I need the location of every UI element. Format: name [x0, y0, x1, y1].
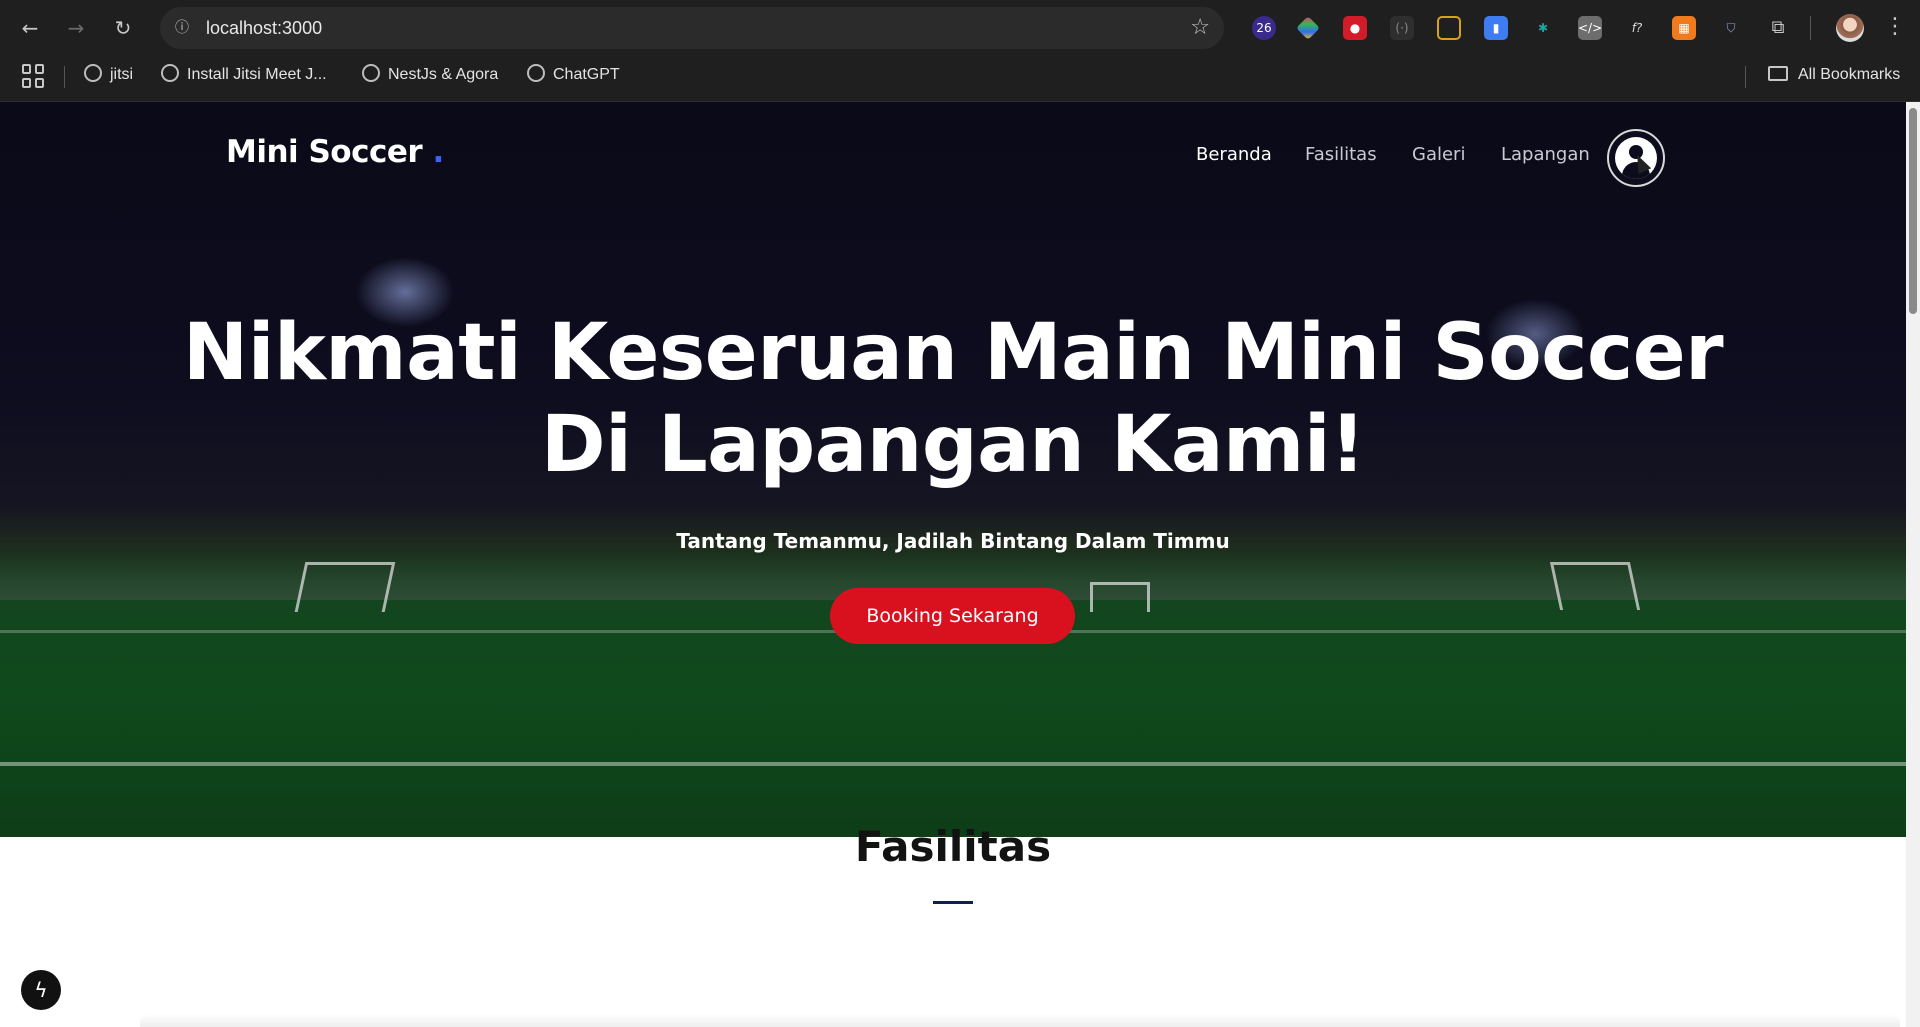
openai-icon [84, 64, 102, 82]
booking-button[interactable]: Booking Sekarang [830, 588, 1075, 644]
back-arrow-icon[interactable]: ← [14, 12, 46, 44]
all-bookmarks-label: All Bookmarks [1798, 66, 1901, 83]
openai-icon [362, 64, 380, 82]
ext-dark-bracket[interactable]: (·) [1390, 16, 1414, 40]
hero-section: Mini Soccer . Beranda Fasilitas Galeri L… [0, 102, 1906, 837]
all-bookmarks-button[interactable]: All Bookmarks [1768, 62, 1900, 88]
hero-title: Nikmati Keseruan Main Mini Soccer Di Lap… [0, 307, 1906, 491]
facility-card-edge [140, 1014, 1900, 1027]
bookmark-item[interactable]: NestJs & Agora [362, 62, 498, 88]
apps-grid-icon[interactable] [22, 64, 46, 88]
ext-shield-icon[interactable]: ⛉ [1719, 16, 1743, 40]
ext-yellow-frame[interactable] [1437, 16, 1461, 40]
openai-icon [161, 64, 179, 82]
reload-icon[interactable]: ↻ [107, 12, 139, 44]
section-underline [933, 901, 973, 904]
bookmark-label: NestJs & Agora [388, 66, 499, 83]
ext-blue-doc[interactable]: ▮ [1484, 16, 1508, 40]
ext-color-diamond[interactable] [1296, 16, 1320, 40]
bookmark-label: ChatGPT [553, 66, 620, 83]
profile-avatar[interactable] [1836, 14, 1864, 42]
nav-fasilitas[interactable]: Fasilitas [1305, 144, 1377, 165]
site-info-icon[interactable]: ⓘ [170, 16, 194, 40]
bookmark-label: jitsi [110, 66, 134, 83]
kebab-menu-icon[interactable]: ⋮ [1884, 14, 1906, 39]
hero-title-line2: Di Lapangan Kami! [540, 400, 1366, 490]
hero-title-line1: Nikmati Keseruan Main Mini Soccer [182, 308, 1724, 398]
ext-badge-26[interactable]: 26 [1252, 16, 1276, 40]
ext-teal-gear[interactable]: ✱ [1531, 16, 1555, 40]
folder-icon [1768, 66, 1788, 81]
bookmarks-divider [1745, 66, 1746, 88]
pitch-line [0, 762, 1906, 766]
bookmark-item[interactable]: jitsi [84, 62, 133, 88]
section-title: Fasilitas [854, 822, 1052, 871]
hero-subtitle: Tantang Temanmu, Jadilah Bintang Dalam T… [676, 529, 1230, 553]
nav-lapangan[interactable]: Lapangan [1501, 144, 1590, 165]
nav-galeri[interactable]: Galeri [1412, 144, 1465, 165]
forward-arrow-icon[interactable]: → [60, 12, 92, 44]
brand-text: Mini Soccer [226, 134, 423, 170]
ext-code-icon[interactable]: </> [1578, 16, 1602, 40]
dev-tools-lightning-icon[interactable]: ϟ [21, 970, 61, 1010]
bookmarks-divider [64, 66, 65, 88]
goal-center [1090, 582, 1150, 612]
puzzle-icon[interactable]: ⧉ [1766, 16, 1790, 40]
goal-left [294, 562, 396, 612]
brand-dot: . [432, 134, 444, 170]
nav-beranda[interactable]: Beranda [1196, 144, 1272, 165]
page-scrollbar[interactable] [1906, 102, 1920, 1027]
bookmark-item[interactable]: ChatGPT [527, 62, 620, 88]
site-navbar: Mini Soccer . Beranda Fasilitas Galeri L… [0, 102, 1906, 212]
ext-red-record[interactable]: ● [1343, 16, 1367, 40]
ext-function-icon[interactable]: f? [1625, 16, 1649, 40]
toolbar-divider [1810, 16, 1811, 40]
bookmark-label: Install Jitsi Meet J... [187, 66, 327, 83]
star-icon[interactable]: ☆ [1190, 15, 1210, 40]
brand-logo[interactable]: Mini Soccer . [226, 134, 444, 170]
bookmark-item[interactable]: Install Jitsi Meet J... [161, 62, 327, 88]
scrollbar-thumb[interactable] [1909, 108, 1917, 314]
page-viewport: Mini Soccer . Beranda Fasilitas Galeri L… [0, 102, 1906, 1027]
ext-orange-grid[interactable]: ▦ [1672, 16, 1696, 40]
address-bar[interactable]: ⓘ localhost:3000 ☆ [160, 7, 1224, 49]
browser-toolbar: ← → ↻ ⓘ localhost:3000 ☆ 26 ● (·) ▮ ✱ </… [0, 0, 1920, 56]
url-text[interactable]: localhost:3000 [206, 18, 322, 39]
openai-icon [527, 64, 545, 82]
goal-right [1549, 562, 1641, 610]
